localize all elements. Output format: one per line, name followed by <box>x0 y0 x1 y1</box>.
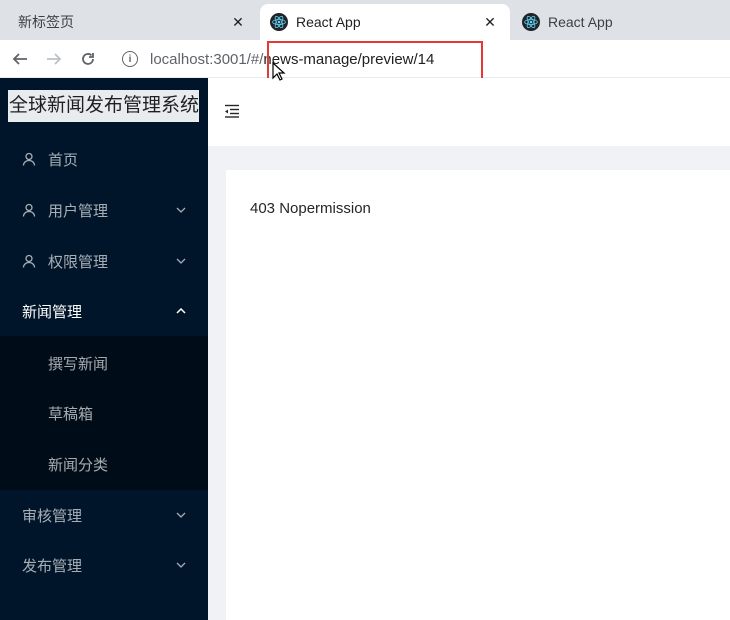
sidebar-item-user-manage[interactable]: 用户管理 <box>0 185 208 235</box>
mouse-cursor-icon <box>272 61 286 87</box>
tab-title: React App <box>548 14 613 30</box>
app-header <box>208 78 730 146</box>
sidebar-item-news-manage[interactable]: 新闻管理 <box>0 286 208 336</box>
browser-toolbar: i localhost:3001/#/news-manage/preview/1… <box>0 40 730 78</box>
user-icon <box>22 152 38 166</box>
address-bar[interactable]: i localhost:3001/#/news-manage/preview/1… <box>112 44 730 74</box>
sidebar-item-audit-manage[interactable]: 审核管理 <box>0 490 208 540</box>
main-content: 403 Nopermission <box>226 170 730 620</box>
url-host: localhost:3001/#/ <box>150 50 264 68</box>
user-icon <box>22 203 38 217</box>
sidebar: 全球新闻发布管理系统 首页 用户管理 权限管理 新闻管理 撰写新闻 草稿箱 新闻… <box>0 78 208 620</box>
chevron-down-icon <box>174 258 188 264</box>
chevron-down-icon <box>174 562 188 568</box>
error-message: 403 Nopermission <box>250 200 371 217</box>
sidebar-subitem-drafts[interactable]: 草稿箱 <box>0 388 208 438</box>
sidebar-item-label: 首页 <box>48 151 79 169</box>
reload-icon[interactable] <box>76 47 100 71</box>
tab-title: 新标签页 <box>18 14 74 30</box>
browser-tab-react-app[interactable]: React App <box>512 4 730 40</box>
info-icon[interactable]: i <box>122 51 138 67</box>
sidebar-item-right-manage[interactable]: 权限管理 <box>0 236 208 286</box>
forward-arrow-icon[interactable] <box>42 47 66 71</box>
sidebar-item-label: 新闻管理 <box>22 303 83 321</box>
browser-tab-react-app-active[interactable]: React App ✕ <box>260 4 510 40</box>
sidebar-subitem-write-news[interactable]: 撰写新闻 <box>0 338 208 388</box>
browser-tab-newtab[interactable]: 新标签页 ✕ <box>0 4 258 40</box>
sidebar-item-label: 发布管理 <box>22 557 83 575</box>
sidebar-item-publish-manage[interactable]: 发布管理 <box>0 540 208 590</box>
app-logo-title: 全球新闻发布管理系统 <box>8 90 200 122</box>
sidebar-item-label: 审核管理 <box>22 507 83 525</box>
sidebar-item-label: 用户管理 <box>48 202 109 220</box>
react-logo-icon <box>270 13 288 31</box>
url-path: news-manage/preview/14 <box>263 50 435 68</box>
react-logo-icon <box>522 13 540 31</box>
chevron-down-icon <box>174 512 188 518</box>
tab-title: React App <box>296 14 361 30</box>
menu-fold-icon[interactable] <box>224 104 242 120</box>
back-arrow-icon[interactable] <box>8 47 32 71</box>
close-icon[interactable]: ✕ <box>480 14 500 31</box>
sidebar-item-label: 权限管理 <box>48 253 109 271</box>
browser-tabbar: 新标签页 ✕ React App ✕ React App <box>0 0 730 40</box>
chevron-down-icon <box>174 207 188 213</box>
user-icon <box>22 254 38 268</box>
close-icon[interactable]: ✕ <box>228 14 248 31</box>
sidebar-item-home[interactable]: 首页 <box>0 134 208 184</box>
sidebar-subitem-news-category[interactable]: 新闻分类 <box>0 439 208 489</box>
chevron-up-icon <box>174 308 188 314</box>
news-submenu: 撰写新闻 草稿箱 新闻分类 <box>0 336 208 490</box>
